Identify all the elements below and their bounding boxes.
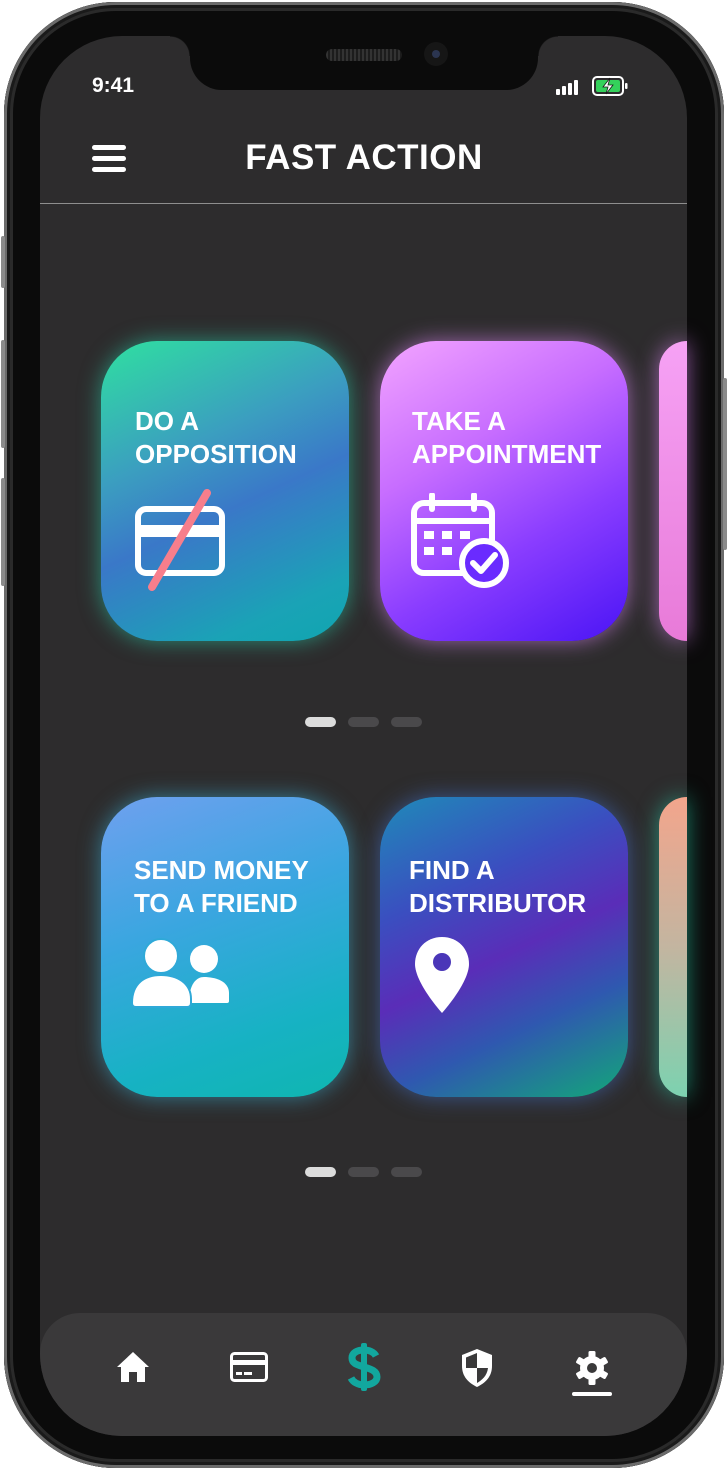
card-label: DO A OPPOSITION [135,406,297,469]
shield-icon[interactable] [460,1348,494,1388]
battery-charging-icon [592,76,628,96]
settings-icon[interactable] [571,1350,613,1398]
card-send-money[interactable]: SEND MONEY TO A FRIEND [101,797,349,1097]
dollar-icon[interactable] [346,1342,382,1392]
card-do-a-opposition[interactable]: DO A OPPOSITION [101,341,349,641]
screen [40,36,687,1436]
pagination-dot[interactable] [305,1167,336,1177]
pagination-dot[interactable] [391,1167,422,1177]
carousel-1-pagination [305,717,422,727]
side-button [1,340,5,448]
side-button [1,478,5,586]
users-icon [131,938,229,1008]
card-next-peek[interactable] [659,341,687,641]
pagination-dot[interactable] [305,717,336,727]
card-label: TAKE A APPOINTMENT [412,406,602,469]
home-icon[interactable] [115,1350,151,1384]
card-label: FIND A DISTRIBUTOR [409,855,587,918]
credit-card-icon[interactable] [230,1352,268,1382]
signal-icon [556,79,578,95]
card-find-distributor[interactable]: FIND A DISTRIBUTOR [380,797,628,1097]
status-time: 9:41 [92,74,135,97]
side-button [723,378,727,550]
map-pin-icon [415,937,469,1013]
speaker [326,49,402,61]
pagination-dot[interactable] [348,717,379,727]
front-camera [424,42,448,66]
side-button [1,236,5,288]
carousel-2-pagination [305,1167,422,1177]
blocked-card-icon [135,489,225,591]
notch [170,36,558,90]
pagination-dot[interactable] [348,1167,379,1177]
pagination-dot[interactable] [391,717,422,727]
page-title: FAST ACTION [245,138,483,177]
calendar-check-icon [411,493,509,588]
card-take-a-appointment[interactable]: TAKE A APPOINTMENT [380,341,628,641]
header-divider [40,203,687,204]
card-label: SEND MONEY TO A FRIEND [134,855,309,918]
card-next-peek-2[interactable] [659,797,687,1097]
